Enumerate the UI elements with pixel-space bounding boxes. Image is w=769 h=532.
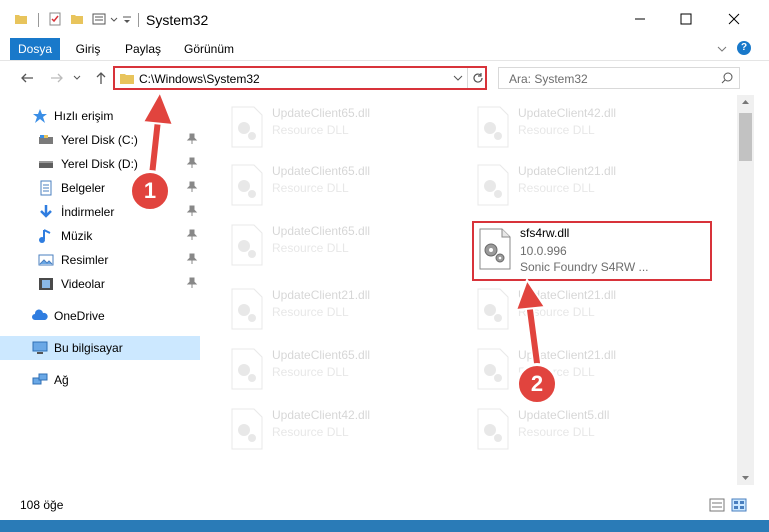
explorer-window: System32 Dosya Giriş Paylaş Görünüm ? C:… — [0, 0, 769, 532]
arrow-2 — [514, 277, 547, 368]
annotation-step-1: 1 — [129, 170, 171, 212]
annotation-step-2: 2 — [516, 363, 558, 405]
arrow-1 — [141, 89, 175, 180]
annotation-arrows — [141, 89, 547, 368]
